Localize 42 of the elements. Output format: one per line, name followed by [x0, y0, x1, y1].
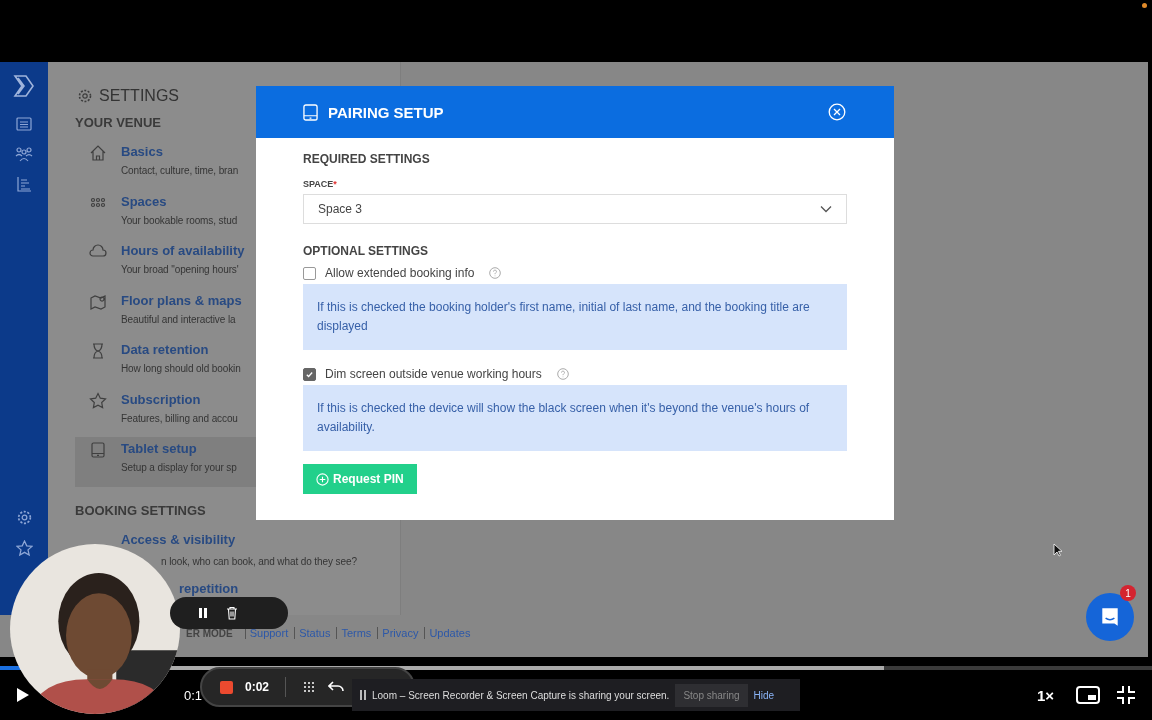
info-note: If this is checked the device will show the black screen when it's beyond the venue's hours of availability.: [303, 385, 847, 451]
item-title: Floor plans & maps: [121, 292, 242, 308]
footer-link[interactable]: Status: [294, 627, 335, 639]
settings-title: SETTINGS: [99, 87, 179, 105]
footer-link[interactable]: Terms: [336, 627, 376, 639]
section-heading: REQUIRED SETTINGS: [303, 152, 431, 166]
space-select[interactable]: Space 3: [303, 194, 847, 224]
item-description: Setup a display for your sp: [121, 462, 237, 473]
item-description: How long should old bookin: [121, 363, 241, 374]
recording-timer: 0:02: [245, 680, 270, 694]
item-title: Spaces: [121, 193, 167, 209]
section-heading: YOUR VENUE: [75, 115, 162, 130]
item-description: Contact, culture, time, bran: [121, 165, 239, 176]
section-heading: BOOKING SETTINGS: [75, 502, 207, 518]
item-description: Your bookable rooms, stud: [121, 214, 238, 226]
item-title[interactable]: repetition: [179, 581, 239, 596]
item-title: Subscription: [121, 391, 201, 407]
notification-badge: 1: [1120, 585, 1136, 601]
field-label: SPACE*: [303, 179, 338, 189]
item-title: Basics: [121, 144, 163, 159]
option-label: Dim screen outside venue working hours: [325, 367, 542, 381]
option-label: Allow extended booking info: [325, 266, 475, 280]
speed-button[interactable]: 1×: [1036, 686, 1054, 704]
dialog-title: PAIRING SETUP: [328, 103, 445, 121]
item-title: Hours of availability: [121, 243, 245, 258]
item-description: Your broad "opening hours': [121, 264, 240, 275]
time-display: 0:1: [184, 687, 203, 703]
hide-link[interactable]: Hide: [753, 689, 775, 701]
sharing-message: Loom – Screen Recorder & Screen Capture is sharing your screen.: [372, 689, 670, 701]
item-description: n look, who can book, and what do they see?: [160, 555, 357, 567]
item-title: Data retention: [121, 342, 209, 357]
stop-sharing-button[interactable]: Stop sharing: [675, 683, 748, 707]
request-pin-button[interactable]: Request PIN: [303, 464, 417, 494]
section-heading: OPTIONAL SETTINGS: [303, 244, 430, 258]
info-note: If this is checked the booking holder's first name, initial of last name, and the booking title are displayed: [303, 284, 847, 350]
footer-link[interactable]: Updates: [424, 627, 475, 639]
item-description: Beautiful and interactive la: [121, 313, 237, 325]
mode-label: ER MODE: [186, 627, 233, 639]
item-description: Features, billing and accou: [121, 412, 238, 424]
item-title[interactable]: Access & visibility: [121, 531, 236, 547]
footer-link[interactable]: Privacy: [377, 627, 423, 639]
item-title: Tablet setup: [121, 441, 197, 456]
